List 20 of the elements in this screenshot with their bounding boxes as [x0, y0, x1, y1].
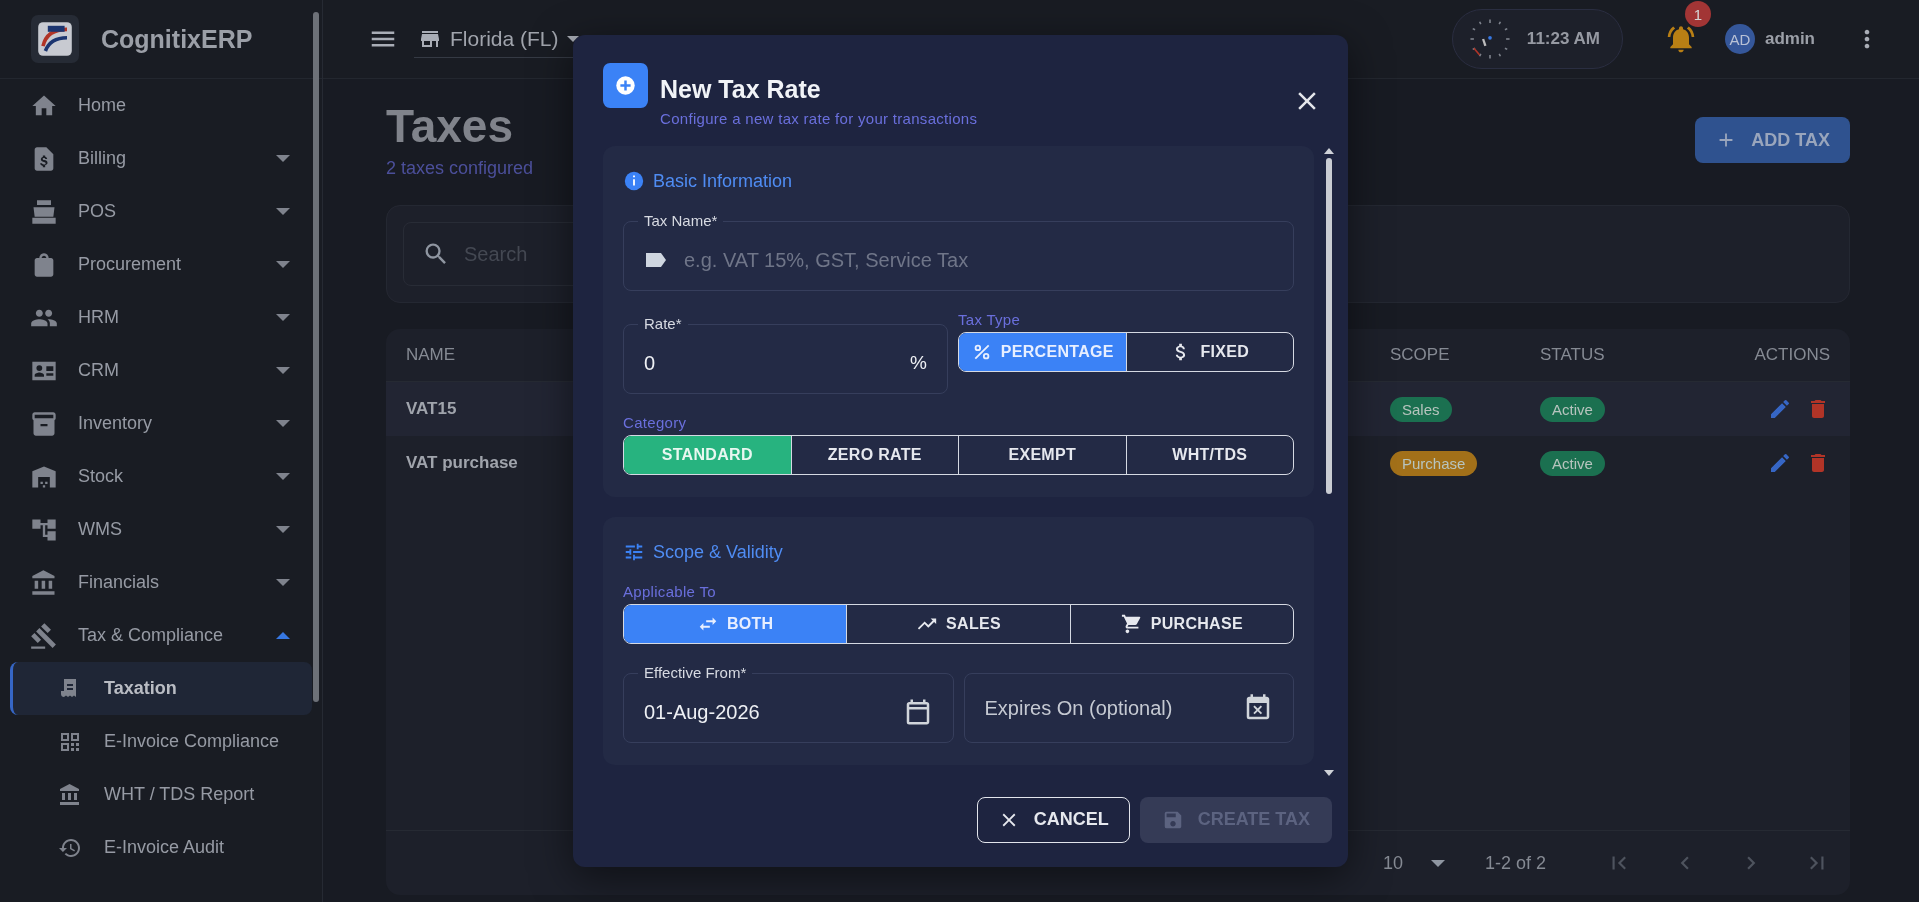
tax-name-cell: VAT15 [406, 399, 457, 419]
dialog-title: New Tax Rate [660, 74, 822, 104]
tax-name-cell: VAT purchase [406, 453, 518, 473]
page-subtitle: 2 taxes configured [386, 158, 534, 180]
category-label: Category [623, 414, 688, 432]
notification-badge: 1 [1684, 1, 1711, 27]
tax-type-label: Tax Type [958, 311, 1022, 329]
app-name: CognitixERP [101, 24, 253, 54]
status-chip: Active [1540, 396, 1605, 422]
scope-chip: Sales [1390, 396, 1452, 422]
column-header: ACTIONS [1753, 345, 1830, 366]
status-chip: Active [1540, 450, 1605, 476]
section-title: Scope & Validity [653, 541, 783, 563]
section-title: Basic Information [653, 170, 793, 192]
page-title: Taxes [386, 99, 515, 154]
page-range: 1-2 of 2 [1484, 852, 1546, 874]
applicable-to-label: Applicable To [623, 583, 717, 601]
clock-time: 11:23 AM [1526, 29, 1600, 49]
scope-chip: Purchase [1390, 450, 1478, 476]
dialog-subtitle: Configure a new tax rate for your transactions [660, 109, 979, 127]
